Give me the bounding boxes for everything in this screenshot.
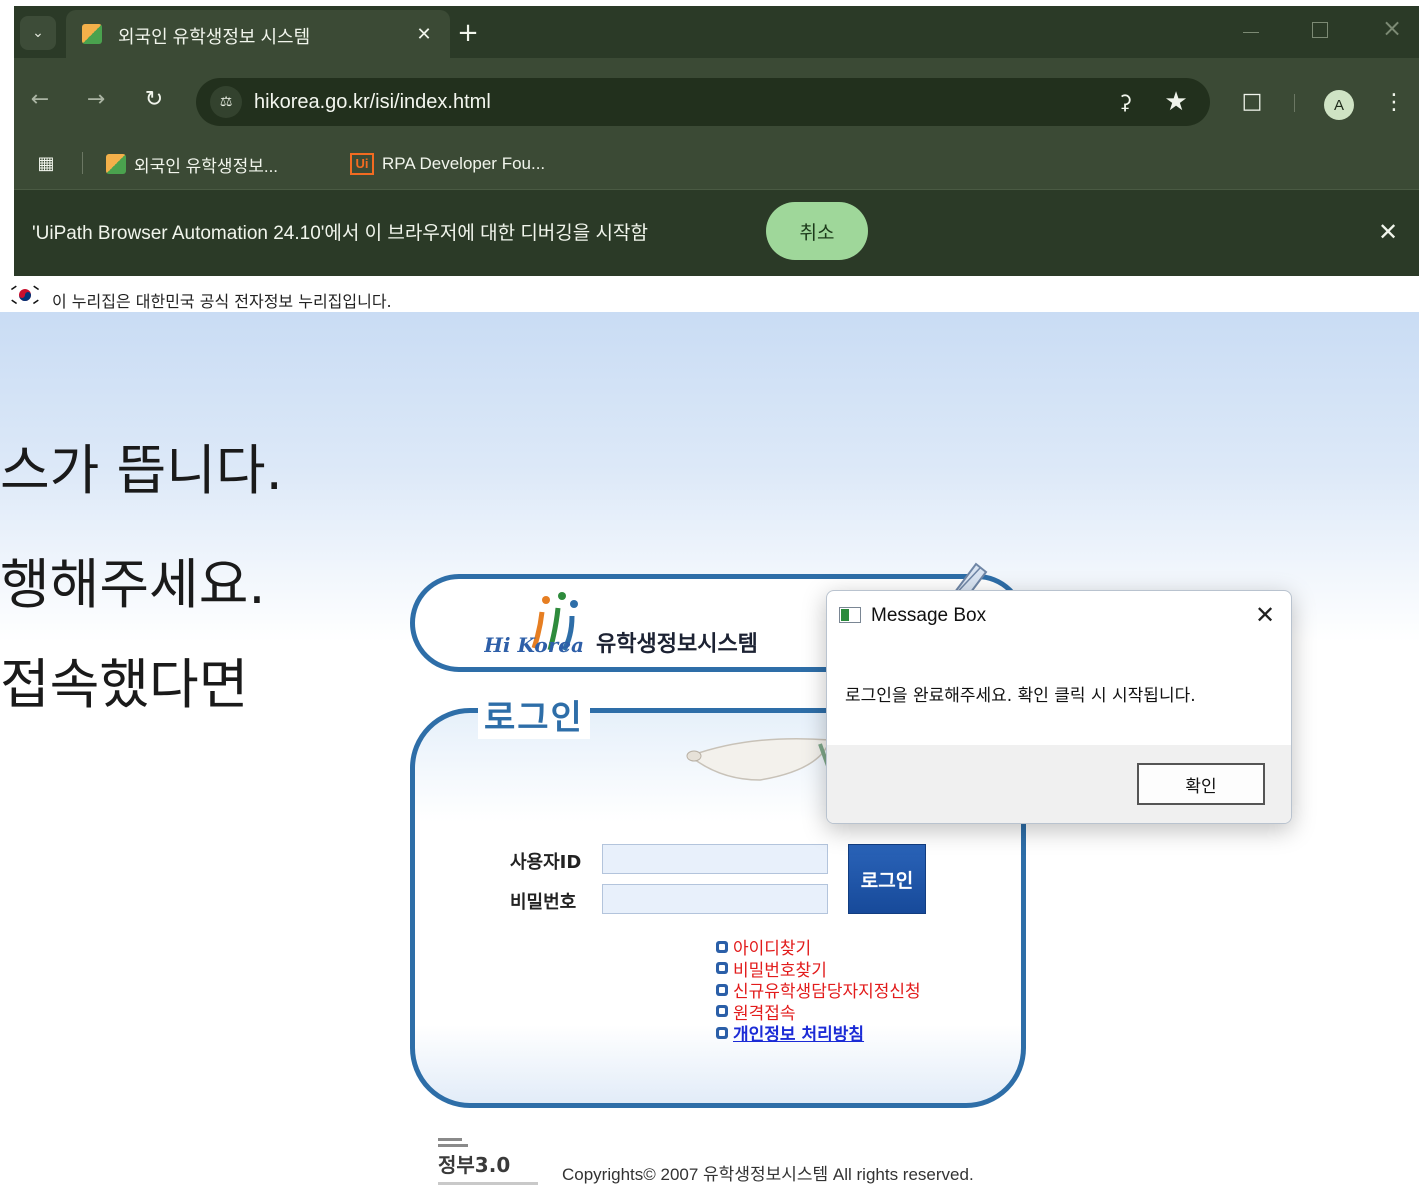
url-text[interactable]: hikorea.go.kr/isi/index.html xyxy=(254,91,491,114)
bullet-icon xyxy=(716,962,728,975)
puzzle-icon[interactable]: □ xyxy=(1238,88,1266,116)
remote-access-link[interactable]: 원격접속 xyxy=(716,1001,921,1024)
close-icon[interactable]: ✕ xyxy=(1374,218,1402,246)
dialog-message: 로그인을 완료해주세요. 확인 클릭 시 시작됩니다. xyxy=(845,686,1196,706)
close-icon[interactable]: ✕ xyxy=(1251,601,1279,629)
privacy-policy-link[interactable]: 개인정보 처리방침 xyxy=(716,1022,921,1046)
bullet-icon xyxy=(716,983,728,996)
debug-infobar: 'UiPath Browser Automation 24.10'에서 이 브라… xyxy=(14,190,1419,276)
bullet-icon xyxy=(716,1005,728,1018)
tab-strip: ⌄ 외국인 유학생정보 시스템 ✕ + × xyxy=(14,6,1419,58)
password-input[interactable] xyxy=(602,884,828,914)
minimize-icon[interactable] xyxy=(1240,20,1264,44)
dialog-footer: 확인 xyxy=(827,745,1291,823)
user-id-input[interactable] xyxy=(602,844,828,874)
system-title: 유학생정보시스템 xyxy=(596,632,758,657)
hikorea-favicon-icon xyxy=(82,24,102,44)
browser-toolbar: ← → ↻ ⚖ hikorea.go.kr/isi/index.html ⚳ ★… xyxy=(14,58,1419,138)
find-id-link[interactable]: 아이디찾기 xyxy=(716,936,921,959)
close-icon[interactable]: ✕ xyxy=(412,22,436,46)
dialog-titlebar[interactable]: Message Box ✕ xyxy=(827,591,1291,641)
login-links: 아이디찾기 비밀번호찾기 신규유학생담당자지정신청 원격접속 개인정보 처리방침 xyxy=(716,936,921,1046)
tab-active[interactable]: 외국인 유학생정보 시스템 ✕ xyxy=(66,10,450,58)
hikorea-logo-text: Hi Korea xyxy=(484,633,584,657)
uipath-favicon-icon: Ui xyxy=(350,153,374,175)
address-bar[interactable]: ⚖ hikorea.go.kr/isi/index.html ⚳ ★ xyxy=(196,78,1210,126)
bullet-icon xyxy=(716,1026,728,1039)
gov-banner-text: 이 누리집은 대한민국 공식 전자정보 누리집입니다. xyxy=(52,292,392,311)
copyright-text: Copyrights© 2007 유학생정보시스템 All rights res… xyxy=(562,1165,974,1184)
chevron-down-icon[interactable]: ⌄ xyxy=(20,16,56,50)
bullet-icon xyxy=(716,940,728,953)
more-vertical-icon[interactable]: ⋮ xyxy=(1382,86,1406,120)
apps-grid-icon[interactable]: ▦ xyxy=(34,152,58,176)
slide-text-line: 접속했다면 xyxy=(0,653,249,716)
login-title: 로그인 xyxy=(478,690,590,739)
find-password-link[interactable]: 비밀번호찾기 xyxy=(716,958,921,981)
tune-icon[interactable]: ⚖ xyxy=(210,86,242,118)
bookmark-rpa[interactable]: Ui RPA Developer Fou... xyxy=(350,150,545,178)
tab-title: 외국인 유학생정보 시스템 xyxy=(118,27,311,47)
hikorea-logo: Hi Korea xyxy=(484,592,584,657)
cancel-button[interactable]: 취소 xyxy=(766,202,868,260)
hikorea-favicon-icon xyxy=(106,154,126,174)
browser-window: ⌄ 외국인 유학생정보 시스템 ✕ + × ← → ↻ ⚖ hikorea.go… xyxy=(0,0,1419,276)
bookmark-label: 외국인 유학생정보... xyxy=(134,156,279,176)
bookmark-hikorea[interactable]: 외국인 유학생정보... xyxy=(106,150,278,178)
reload-icon[interactable]: ↻ xyxy=(140,86,168,114)
ok-button[interactable]: 확인 xyxy=(1137,763,1265,805)
link-label: 개인정보 처리방침 xyxy=(733,1025,865,1046)
korea-flag-icon xyxy=(8,284,42,306)
plus-icon[interactable]: + xyxy=(452,18,484,50)
key-icon[interactable]: ⚳ xyxy=(1112,91,1138,113)
scroll-paper-icon xyxy=(686,738,832,781)
arrow-left-icon[interactable]: ← xyxy=(26,86,54,114)
app-window-icon xyxy=(839,607,861,623)
gov30-logo: 정부3.0 xyxy=(438,1138,538,1185)
toolbar-divider xyxy=(1294,94,1295,112)
new-manager-request-link[interactable]: 신규유학생담당자지정신청 xyxy=(716,979,921,1002)
arrow-right-icon[interactable]: → xyxy=(82,86,110,114)
gov30-logo-text: 정부3.0 xyxy=(438,1153,510,1177)
bookmark-label: RPA Developer Fou... xyxy=(382,154,546,173)
user-id-label: 사용자ID xyxy=(510,852,582,873)
maximize-icon[interactable] xyxy=(1312,22,1328,38)
bookmarks-divider xyxy=(82,152,83,174)
gov-banner: 이 누리집은 대한민국 공식 전자정보 누리집입니다. xyxy=(0,280,1419,312)
infobar-message: 'UiPath Browser Automation 24.10'에서 이 브라… xyxy=(32,223,648,244)
message-box-dialog: Message Box ✕ 로그인을 완료해주세요. 확인 클릭 시 시작됩니다… xyxy=(826,590,1292,824)
avatar[interactable]: A xyxy=(1324,90,1354,120)
dialog-title: Message Box xyxy=(871,605,987,626)
password-label: 비밀번호 xyxy=(510,892,577,913)
slide-text-line: 스가 뜹니다. xyxy=(0,439,283,502)
slide-text-line: 행해주세요. xyxy=(0,553,266,616)
window-close-icon[interactable]: × xyxy=(1380,16,1404,40)
login-button[interactable]: 로그인 xyxy=(848,844,926,914)
browser-frame: ⌄ 외국인 유학생정보 시스템 ✕ + × ← → ↻ ⚖ hikorea.go… xyxy=(14,6,1419,276)
bookmarks-bar: ▦ 외국인 유학생정보... Ui RPA Developer Fou... xyxy=(14,138,1419,190)
star-icon[interactable]: ★ xyxy=(1162,88,1190,116)
